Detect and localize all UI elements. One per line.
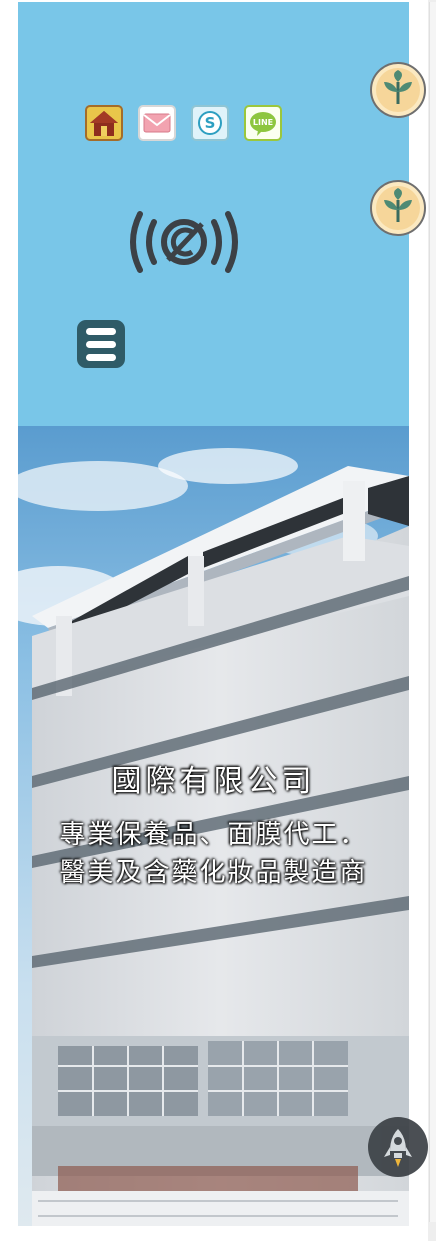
social-links: S LINE [85,105,282,141]
svg-text:S: S [205,114,216,132]
home-link[interactable] [85,105,123,141]
skype-link[interactable]: S [191,105,229,141]
floating-button-2[interactable] [370,180,426,236]
tagline-line-1: 專業保養品、面膜代工． [59,820,368,850]
site-header: S LINE [18,2,409,426]
floating-button-1[interactable] [370,62,426,118]
menu-bar [86,327,116,335]
skype-icon: S [198,111,222,135]
menu-button[interactable] [77,320,125,368]
leaf-icon [376,186,420,230]
company-name: 國際有限公司 [111,764,316,799]
mail-icon [143,113,171,133]
home-icon [90,111,118,136]
line-icon-label: LINE [253,118,273,127]
rocket-icon [384,1129,412,1167]
tagline-line-2: 醫美及含藥化妝品製造商 [59,858,368,888]
menu-bar [86,353,116,361]
broadcast-no-copyright-icon [130,211,238,273]
leaf-icon [376,68,420,112]
mail-link[interactable] [138,105,176,141]
hero-banner: 國際有限公司 專業保養品、面膜代工． 醫美及含藥化妝品製造商 [18,426,409,1226]
page-frame: S LINE 國際有限公司 專業保養品、面膜代工． 醫美及含藥化妝品製造商 [18,2,409,1226]
line-icon: LINE [250,112,276,136]
line-link[interactable]: LINE [244,105,282,141]
menu-bar [86,340,116,348]
back-to-top-button[interactable] [368,1117,428,1177]
scrollbar[interactable] [428,0,436,1241]
